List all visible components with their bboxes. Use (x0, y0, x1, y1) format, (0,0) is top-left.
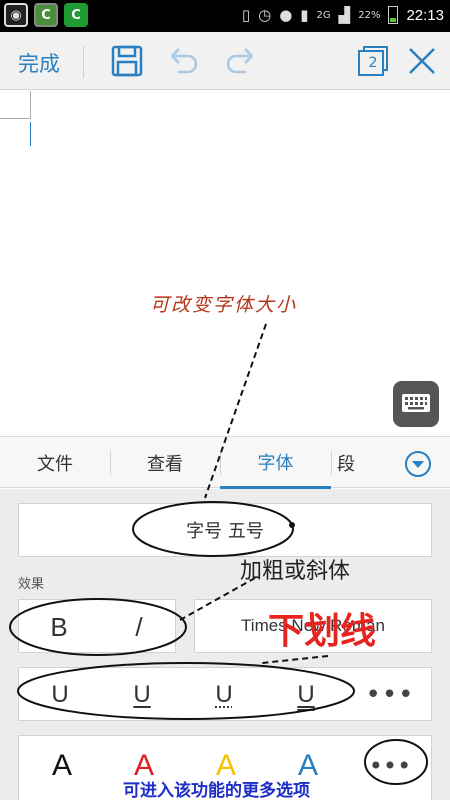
vibrate-icon: ▯ (241, 6, 251, 24)
text-cursor (30, 122, 31, 146)
tab-paragraph[interactable]: 段 (331, 437, 401, 489)
tab-view[interactable]: 查看 (110, 437, 220, 489)
editor-toolbar: 完成 2 (0, 32, 450, 90)
green-app-icon: C (34, 3, 58, 27)
page-count: 2 (368, 55, 378, 71)
underline-more-button[interactable]: ••• (366, 676, 414, 714)
redo-icon[interactable] (224, 44, 258, 78)
document-canvas[interactable] (0, 91, 450, 436)
font-color-more-button[interactable]: ••• (367, 746, 413, 786)
status-notifications: ◉ C C (4, 3, 88, 27)
close-icon[interactable] (405, 44, 439, 78)
alarm-icon: ◷ (258, 6, 272, 24)
effects-label: 效果 (18, 577, 45, 592)
font-color-group: A A A A ••• (18, 735, 432, 800)
underline-single-button[interactable]: U (119, 676, 165, 714)
page-margin-mark (0, 118, 31, 119)
tab-font[interactable]: 字体 (220, 437, 331, 489)
toolbar-divider (83, 46, 84, 78)
battery-percent: 22% (358, 9, 381, 21)
clock: 22:13 (406, 6, 444, 24)
camera-icon: ◉ (4, 3, 28, 27)
network-type: 2G (316, 9, 331, 21)
collapse-ribbon-icon[interactable] (404, 450, 432, 478)
bold-button[interactable]: B (39, 610, 79, 644)
signal-icon: ▟ (338, 6, 351, 24)
underline-double-button[interactable]: U (283, 676, 329, 714)
undo-icon[interactable] (166, 44, 200, 78)
font-family-selector[interactable]: Times New Roman (194, 599, 432, 653)
green-app-icon: C (64, 3, 88, 27)
ribbon-tabs: 文件 查看 字体 段 (0, 436, 450, 489)
contacts-icon: ● (279, 6, 293, 24)
status-indicators: ▯ ◷ ● ▮ 2G ▟ 22% 22:13 (242, 6, 444, 24)
save-icon[interactable] (110, 44, 144, 78)
italic-button[interactable]: / (119, 610, 159, 644)
font-color-red-button[interactable]: A (121, 746, 167, 786)
font-color-blue-button[interactable]: A (285, 746, 331, 786)
underline-dotted-button[interactable]: U (201, 676, 247, 714)
battery-icon (388, 6, 399, 24)
tab-file[interactable]: 文件 (0, 437, 110, 489)
bold-italic-group: B / (18, 599, 176, 653)
font-color-yellow-button[interactable]: A (203, 746, 249, 786)
underline-group: U U U U ••• (18, 667, 432, 721)
font-panel: 字号 五号 效果 B / Times New Roman U U U U •••… (0, 489, 450, 800)
page-margin-mark (30, 91, 31, 119)
status-bar: ◉ C C ▯ ◷ ● ▮ 2G ▟ 22% 22:13 (0, 0, 450, 32)
underline-none-button[interactable]: U (37, 676, 83, 714)
sim-icon: ▮ (300, 6, 309, 24)
font-size-selector[interactable]: 字号 五号 (18, 503, 432, 557)
done-button[interactable]: 完成 (18, 48, 60, 78)
keyboard-icon[interactable] (393, 381, 439, 427)
font-color-black-button[interactable]: A (39, 746, 85, 786)
